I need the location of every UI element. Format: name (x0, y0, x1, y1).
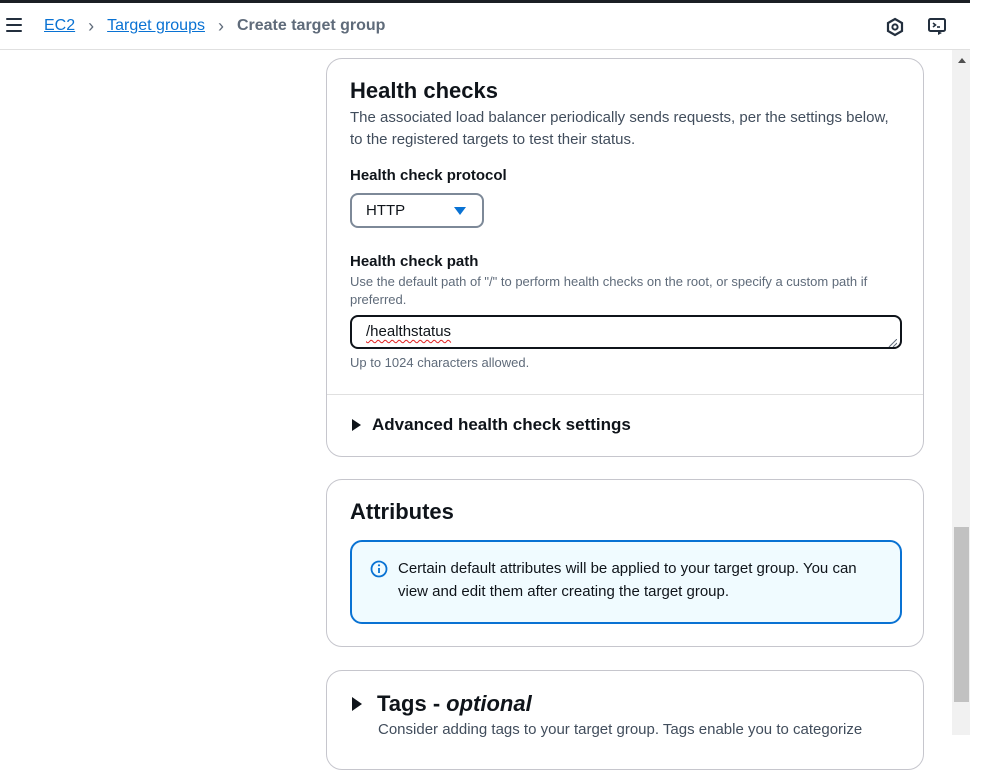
info-circle-icon (370, 560, 388, 578)
chevron-right-icon: › (88, 16, 95, 36)
attributes-title: Attributes (350, 499, 454, 524)
attributes-info-text: Certain default attributes will be appli… (398, 560, 857, 600)
tags-optional-label: optional (446, 691, 532, 716)
scroll-up-arrow-icon[interactable] (958, 58, 966, 63)
breadcrumb-current: Create target group (236, 17, 386, 34)
advanced-health-check-settings-expander[interactable]: Advanced health check settings (352, 415, 631, 435)
health-check-path-hint: Use the default path of "/" to perform h… (350, 274, 868, 307)
health-check-path-label: Health check path (350, 253, 479, 270)
health-check-protocol-label: Health check protocol (350, 167, 507, 184)
health-check-protocol-select[interactable]: HTTP (350, 193, 484, 228)
terminal-screen-icon[interactable] (927, 17, 947, 37)
path-value: /healthstatus (366, 323, 452, 340)
top-navigation-bar: EC2 › Target groups › Create target grou… (0, 0, 970, 50)
health-checks-description: The associated load balancer periodicall… (350, 109, 889, 148)
chevron-right-icon: › (217, 16, 224, 36)
tags-title: Tags - (377, 691, 441, 716)
tags-description: Consider adding tags to your target grou… (378, 721, 863, 738)
select-value: HTTP (366, 202, 406, 219)
window-edge (970, 0, 985, 735)
health-check-path-input[interactable]: /healthstatus (350, 315, 902, 349)
breadcrumb-target-groups-link[interactable]: Target groups (107, 17, 205, 35)
caret-right-icon (352, 419, 361, 431)
caret-down-icon (454, 207, 466, 215)
advanced-health-check-settings-label: Advanced health check settings (372, 415, 631, 434)
divider (327, 394, 923, 395)
hamburger-menu-icon[interactable] (6, 18, 22, 32)
hexagon-settings-icon[interactable] (885, 17, 905, 37)
tags-expander[interactable]: Tags - optional (352, 691, 532, 717)
scrollbar-thumb[interactable] (954, 527, 969, 702)
caret-right-icon (352, 697, 362, 711)
health-checks-title: Health checks (350, 78, 498, 103)
health-checks-panel: Health checks The associated load balanc… (326, 58, 924, 457)
attributes-info-alert: Certain default attributes will be appli… (350, 540, 902, 624)
breadcrumb: EC2 › Target groups › Create target grou… (44, 17, 385, 35)
tags-panel: Tags - optional Consider adding tags to … (326, 670, 924, 770)
breadcrumb-ec2-link[interactable]: EC2 (44, 17, 75, 35)
health-check-path-constraint: Up to 1024 characters allowed. (350, 355, 530, 370)
attributes-panel: Attributes Certain default attributes wi… (326, 479, 924, 647)
